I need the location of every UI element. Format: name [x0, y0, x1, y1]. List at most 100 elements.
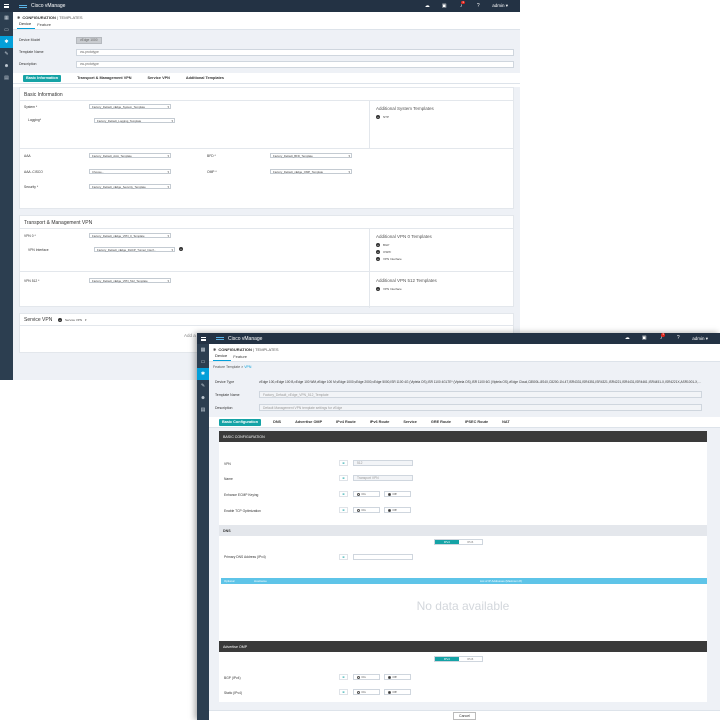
- dns-ip-toggle[interactable]: IPv4 IPv6: [434, 539, 483, 545]
- tab-service[interactable]: Service: [403, 420, 417, 424]
- analytics-icon[interactable]: ▤: [0, 72, 13, 84]
- template-name-input[interactable]: Factory_Default_vEdge_VPN_512_Template: [259, 391, 702, 398]
- tab-advertise-omp[interactable]: Advertise OMP: [295, 420, 322, 424]
- cancel-button[interactable]: Cancel: [453, 711, 476, 720]
- ipv4-toggle[interactable]: IPv4: [435, 540, 459, 544]
- dashboard-icon[interactable]: ▦: [197, 344, 209, 356]
- sub-breadcrumb: Feature Template > VPN: [209, 362, 720, 371]
- dashboard-icon[interactable]: ▦: [0, 12, 13, 24]
- menu-icon[interactable]: [4, 4, 9, 8]
- bfd-select[interactable]: Factory_Default_BFD_Template: [270, 153, 352, 158]
- description-input[interactable]: cw-prototype: [76, 60, 514, 68]
- logging-select[interactable]: Factory_Default_Logging_Template: [94, 118, 175, 123]
- add-vpn512-interface-item[interactable]: + VPN Interface: [376, 287, 402, 291]
- help-icon[interactable]: ?: [675, 336, 681, 341]
- tab-ipv4-route[interactable]: IPv4 Route: [336, 420, 356, 424]
- aaa-cisco-select[interactable]: Choose...: [89, 169, 171, 174]
- monitor-icon[interactable]: ▭: [0, 24, 13, 36]
- global-icon[interactable]: ⊕: [339, 491, 348, 497]
- tab-device[interactable]: Device: [213, 353, 232, 361]
- add-bgp-item[interactable]: + BGP: [376, 243, 389, 247]
- breadcrumb: ✱ CONFIGURATION | TEMPLATES: [209, 344, 720, 354]
- tab-transport-management-vpn[interactable]: Transport & Management VPN: [77, 76, 131, 80]
- description-label: Description: [215, 405, 233, 410]
- gear-icon[interactable]: ✱: [0, 36, 13, 48]
- template-name-input[interactable]: cw-prototype: [76, 48, 514, 56]
- help-icon[interactable]: ?: [475, 3, 481, 9]
- tcp-on-radio[interactable]: On: [353, 507, 380, 513]
- primary-dns-input[interactable]: [353, 554, 413, 560]
- tab-additional-templates[interactable]: Additional Templates: [186, 76, 224, 80]
- cisco-logo: [216, 337, 224, 340]
- global-icon[interactable]: ⊕: [339, 674, 348, 680]
- tab-feature[interactable]: Feature: [35, 22, 55, 29]
- name-input[interactable]: Transport VPN: [353, 475, 413, 481]
- monitor-icon[interactable]: ▭: [197, 356, 209, 368]
- vpn512-select[interactable]: Factory_Default_vEdge_VPN_512_Template: [89, 278, 171, 283]
- user-menu[interactable]: admin ▾: [692, 336, 708, 342]
- users-icon[interactable]: ☻: [0, 60, 13, 72]
- task-icon[interactable]: ▣: [441, 3, 447, 9]
- tab-gre-route[interactable]: GRE Route: [431, 420, 451, 424]
- tab-basic-information[interactable]: Basic Information: [23, 74, 62, 82]
- tab-basic-configuration[interactable]: Basic Configuration: [219, 418, 262, 426]
- user-name: admin: [692, 335, 705, 341]
- static-on-radio[interactable]: On: [353, 689, 380, 695]
- tab-feature[interactable]: Feature: [231, 354, 251, 361]
- cloud-icon[interactable]: ☁: [624, 336, 630, 341]
- template-name-row: Template Name cw-prototype: [13, 46, 520, 58]
- bgp-off-radio[interactable]: Off: [384, 674, 411, 680]
- global-icon[interactable]: ⊕: [339, 507, 348, 513]
- aaa-label: AAA: [24, 154, 31, 158]
- add-ospf-item[interactable]: + OSPF: [376, 250, 391, 254]
- add-vpn-interface-icon[interactable]: +: [179, 247, 183, 251]
- ntp-label: NTP: [383, 115, 389, 119]
- wrench-icon[interactable]: ✎: [0, 48, 13, 60]
- omp-ip-toggle[interactable]: IPv4 IPv6: [434, 656, 483, 662]
- static-off-radio[interactable]: Off: [384, 689, 411, 695]
- add-vpn-interface-item[interactable]: + VPN Interface: [376, 257, 402, 261]
- cloud-icon[interactable]: ☁: [424, 3, 430, 9]
- sub-breadcrumb-feature[interactable]: Feature Template: [213, 365, 240, 369]
- task-icon[interactable]: ▣: [641, 336, 647, 341]
- description-input[interactable]: Default Management VPN template settings…: [259, 404, 702, 411]
- tab-device[interactable]: Device: [17, 21, 36, 29]
- gear-icon[interactable]: ✱: [197, 368, 209, 380]
- tab-service-vpn[interactable]: Service VPN: [148, 76, 170, 80]
- omp-select[interactable]: Factory_Default_vEdge_OMP_Template: [270, 169, 352, 174]
- tab-ipv6-route[interactable]: IPv6 Route: [370, 420, 390, 424]
- tab-nat[interactable]: NAT: [502, 420, 510, 424]
- bell-icon[interactable]: ♪ 1: [658, 333, 665, 341]
- global-icon[interactable]: ⊕: [339, 554, 348, 560]
- section-tabs: Basic Information Transport & Management…: [13, 73, 520, 84]
- vpn-input[interactable]: 512: [353, 460, 413, 466]
- vpn0-select[interactable]: Factory_Default_vEdge_VPN_0_Template: [89, 233, 171, 238]
- omp-ipv4-toggle[interactable]: IPv4: [435, 657, 459, 661]
- users-icon[interactable]: ☻: [197, 392, 209, 404]
- device-type-label: Device Type: [215, 379, 235, 384]
- global-icon[interactable]: ⊕: [339, 475, 348, 481]
- analytics-icon[interactable]: ▤: [197, 404, 209, 416]
- ecmp-on-radio[interactable]: On: [353, 491, 380, 497]
- global-icon[interactable]: ⊕: [339, 689, 348, 695]
- menu-icon[interactable]: [201, 337, 206, 341]
- bell-icon[interactable]: ♪ 1: [458, 0, 465, 9]
- aaa-select[interactable]: Factory_Default_AAA_Template: [89, 153, 171, 158]
- wrench-icon[interactable]: ✎: [197, 380, 209, 392]
- global-icon[interactable]: ⊕: [339, 460, 348, 466]
- security-select[interactable]: Factory_Default_vEdge_Security_Template: [89, 184, 171, 189]
- plus-icon: +: [376, 250, 380, 254]
- user-menu[interactable]: admin ▾: [492, 3, 508, 9]
- add-ntp-item[interactable]: + NTP: [376, 115, 389, 119]
- tab-dns[interactable]: DNS: [273, 420, 281, 424]
- bgp-on-radio[interactable]: On: [353, 674, 380, 680]
- tcp-off-radio[interactable]: Off: [384, 507, 411, 513]
- footer-bar: Cancel: [209, 710, 720, 720]
- ecmp-off-radio[interactable]: Off: [384, 491, 411, 497]
- omp-ipv6-toggle[interactable]: IPv6: [459, 657, 483, 661]
- vpn-interface-select[interactable]: Factory_Default_vEdge_DHCP_Tunnel_Interf…: [94, 247, 175, 252]
- tab-ipsec-route[interactable]: IPSEC Route: [465, 420, 488, 424]
- ipv6-toggle[interactable]: IPv6: [459, 540, 483, 544]
- add-service-vpn-button[interactable]: + Service VPN ▾: [58, 318, 87, 322]
- system-select[interactable]: Factory_Default_vEdge_System_Template: [89, 104, 171, 109]
